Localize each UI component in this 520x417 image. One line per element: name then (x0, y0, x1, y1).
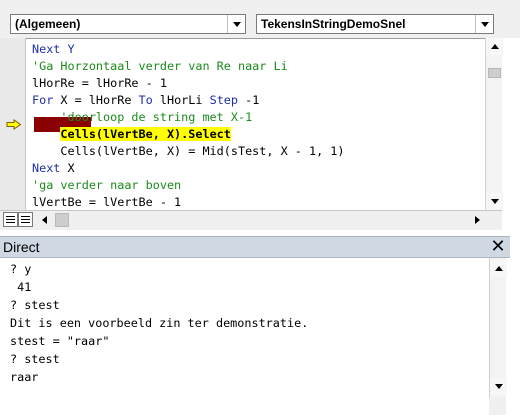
code-line[interactable]: Cells(lVertBe, X) = Mid(sTest, X - 1, 1) (32, 143, 345, 160)
code-token: lHorRe = lHorRe - 1 (32, 76, 167, 90)
close-icon[interactable]: ✕ (489, 237, 507, 257)
scroll-down-button[interactable] (486, 193, 503, 210)
immediate-line: raar (10, 370, 39, 384)
code-token: -1 (238, 93, 260, 107)
arrow-up-icon (494, 266, 503, 271)
code-token: 'ga verder naar boven (32, 178, 182, 192)
code-line[interactable]: lHorRe = lHorRe - 1 (32, 75, 167, 92)
code-horizontal-scrollbar[interactable] (0, 210, 502, 230)
code-token: lVertBe = lVertBe - 1 (32, 195, 182, 209)
code-token: Next Y (32, 42, 75, 56)
procedure-view-icon[interactable] (3, 212, 18, 227)
full-module-view-icon[interactable] (18, 212, 33, 227)
arrow-up-icon (490, 44, 499, 49)
chevron-down-icon[interactable] (227, 15, 245, 33)
code-token: For (32, 93, 54, 107)
immediate-window-titlebar[interactable] (0, 236, 510, 258)
execution-arrow-icon (6, 119, 22, 130)
arrow-down-icon (494, 384, 503, 389)
chevron-down-icon[interactable] (475, 15, 493, 33)
code-line[interactable]: lVertBe = lVertBe - 1 (32, 194, 181, 211)
horizontal-scroll-thumb[interactable] (55, 213, 69, 227)
code-token: Cells(lVertBe, X) = Mid(sTest, X - 1, 1) (32, 144, 345, 158)
code-line[interactable]: For X = lHorRe To lHorLi Step -1 (32, 92, 259, 109)
arrow-right-icon (474, 216, 480, 224)
scroll-down-button[interactable] (490, 378, 507, 395)
code-token: X (60, 161, 75, 175)
immediate-window-title: Direct (3, 239, 40, 255)
immediate-line: ? y (10, 262, 32, 276)
code-vertical-scrollbar[interactable] (485, 38, 503, 210)
code-line[interactable]: Next Y (32, 41, 75, 58)
code-line[interactable]: Cells(lVertBe, X).Select (32, 126, 231, 143)
scroll-left-button[interactable] (36, 212, 52, 228)
immediate-line: Dit is een voorbeeld zin ter demonstrati… (10, 316, 309, 330)
immediate-line: ? stest (10, 352, 60, 366)
current-statement: Cells(lVertBe, X).Select (60, 127, 231, 141)
immediate-line: 41 (10, 280, 32, 294)
procedure-dropdown[interactable]: TekensInStringDemoSnel (256, 14, 494, 34)
arrow-down-icon (490, 199, 499, 204)
code-line[interactable]: 'Ga Horzontaal verder van Re naar Li (32, 58, 288, 75)
scrollbar-corner (489, 398, 506, 415)
scroll-up-button[interactable] (486, 38, 503, 55)
procedure-dropdown-value: TekensInStringDemoSnel (261, 17, 406, 31)
code-token: X = lHorRe (53, 93, 139, 107)
code-token: Next (32, 161, 61, 175)
arrow-left-icon (41, 216, 47, 224)
scroll-thumb[interactable] (488, 68, 501, 78)
code-token: 'doorloop de string met X-1 (32, 110, 253, 124)
code-line[interactable]: 'doorloop de string met X-1 (32, 109, 252, 126)
scroll-up-button[interactable] (490, 260, 507, 277)
code-token: To (138, 93, 153, 107)
object-dropdown[interactable]: (Algemeen) (10, 14, 246, 34)
code-line[interactable]: Next X (32, 160, 75, 177)
immediate-vertical-scrollbar[interactable] (489, 258, 507, 398)
immediate-line: ? stest (10, 298, 60, 312)
immediate-line: stest = "raar" (10, 334, 110, 348)
code-token: Step (209, 93, 239, 107)
code-line[interactable]: 'ga verder naar boven (32, 177, 181, 194)
object-dropdown-value: (Algemeen) (15, 17, 81, 31)
code-token: lHorLi (152, 93, 210, 107)
scroll-right-button[interactable] (469, 212, 485, 228)
code-token: 'Ga Horzontaal verder van Re naar Li (32, 59, 288, 73)
